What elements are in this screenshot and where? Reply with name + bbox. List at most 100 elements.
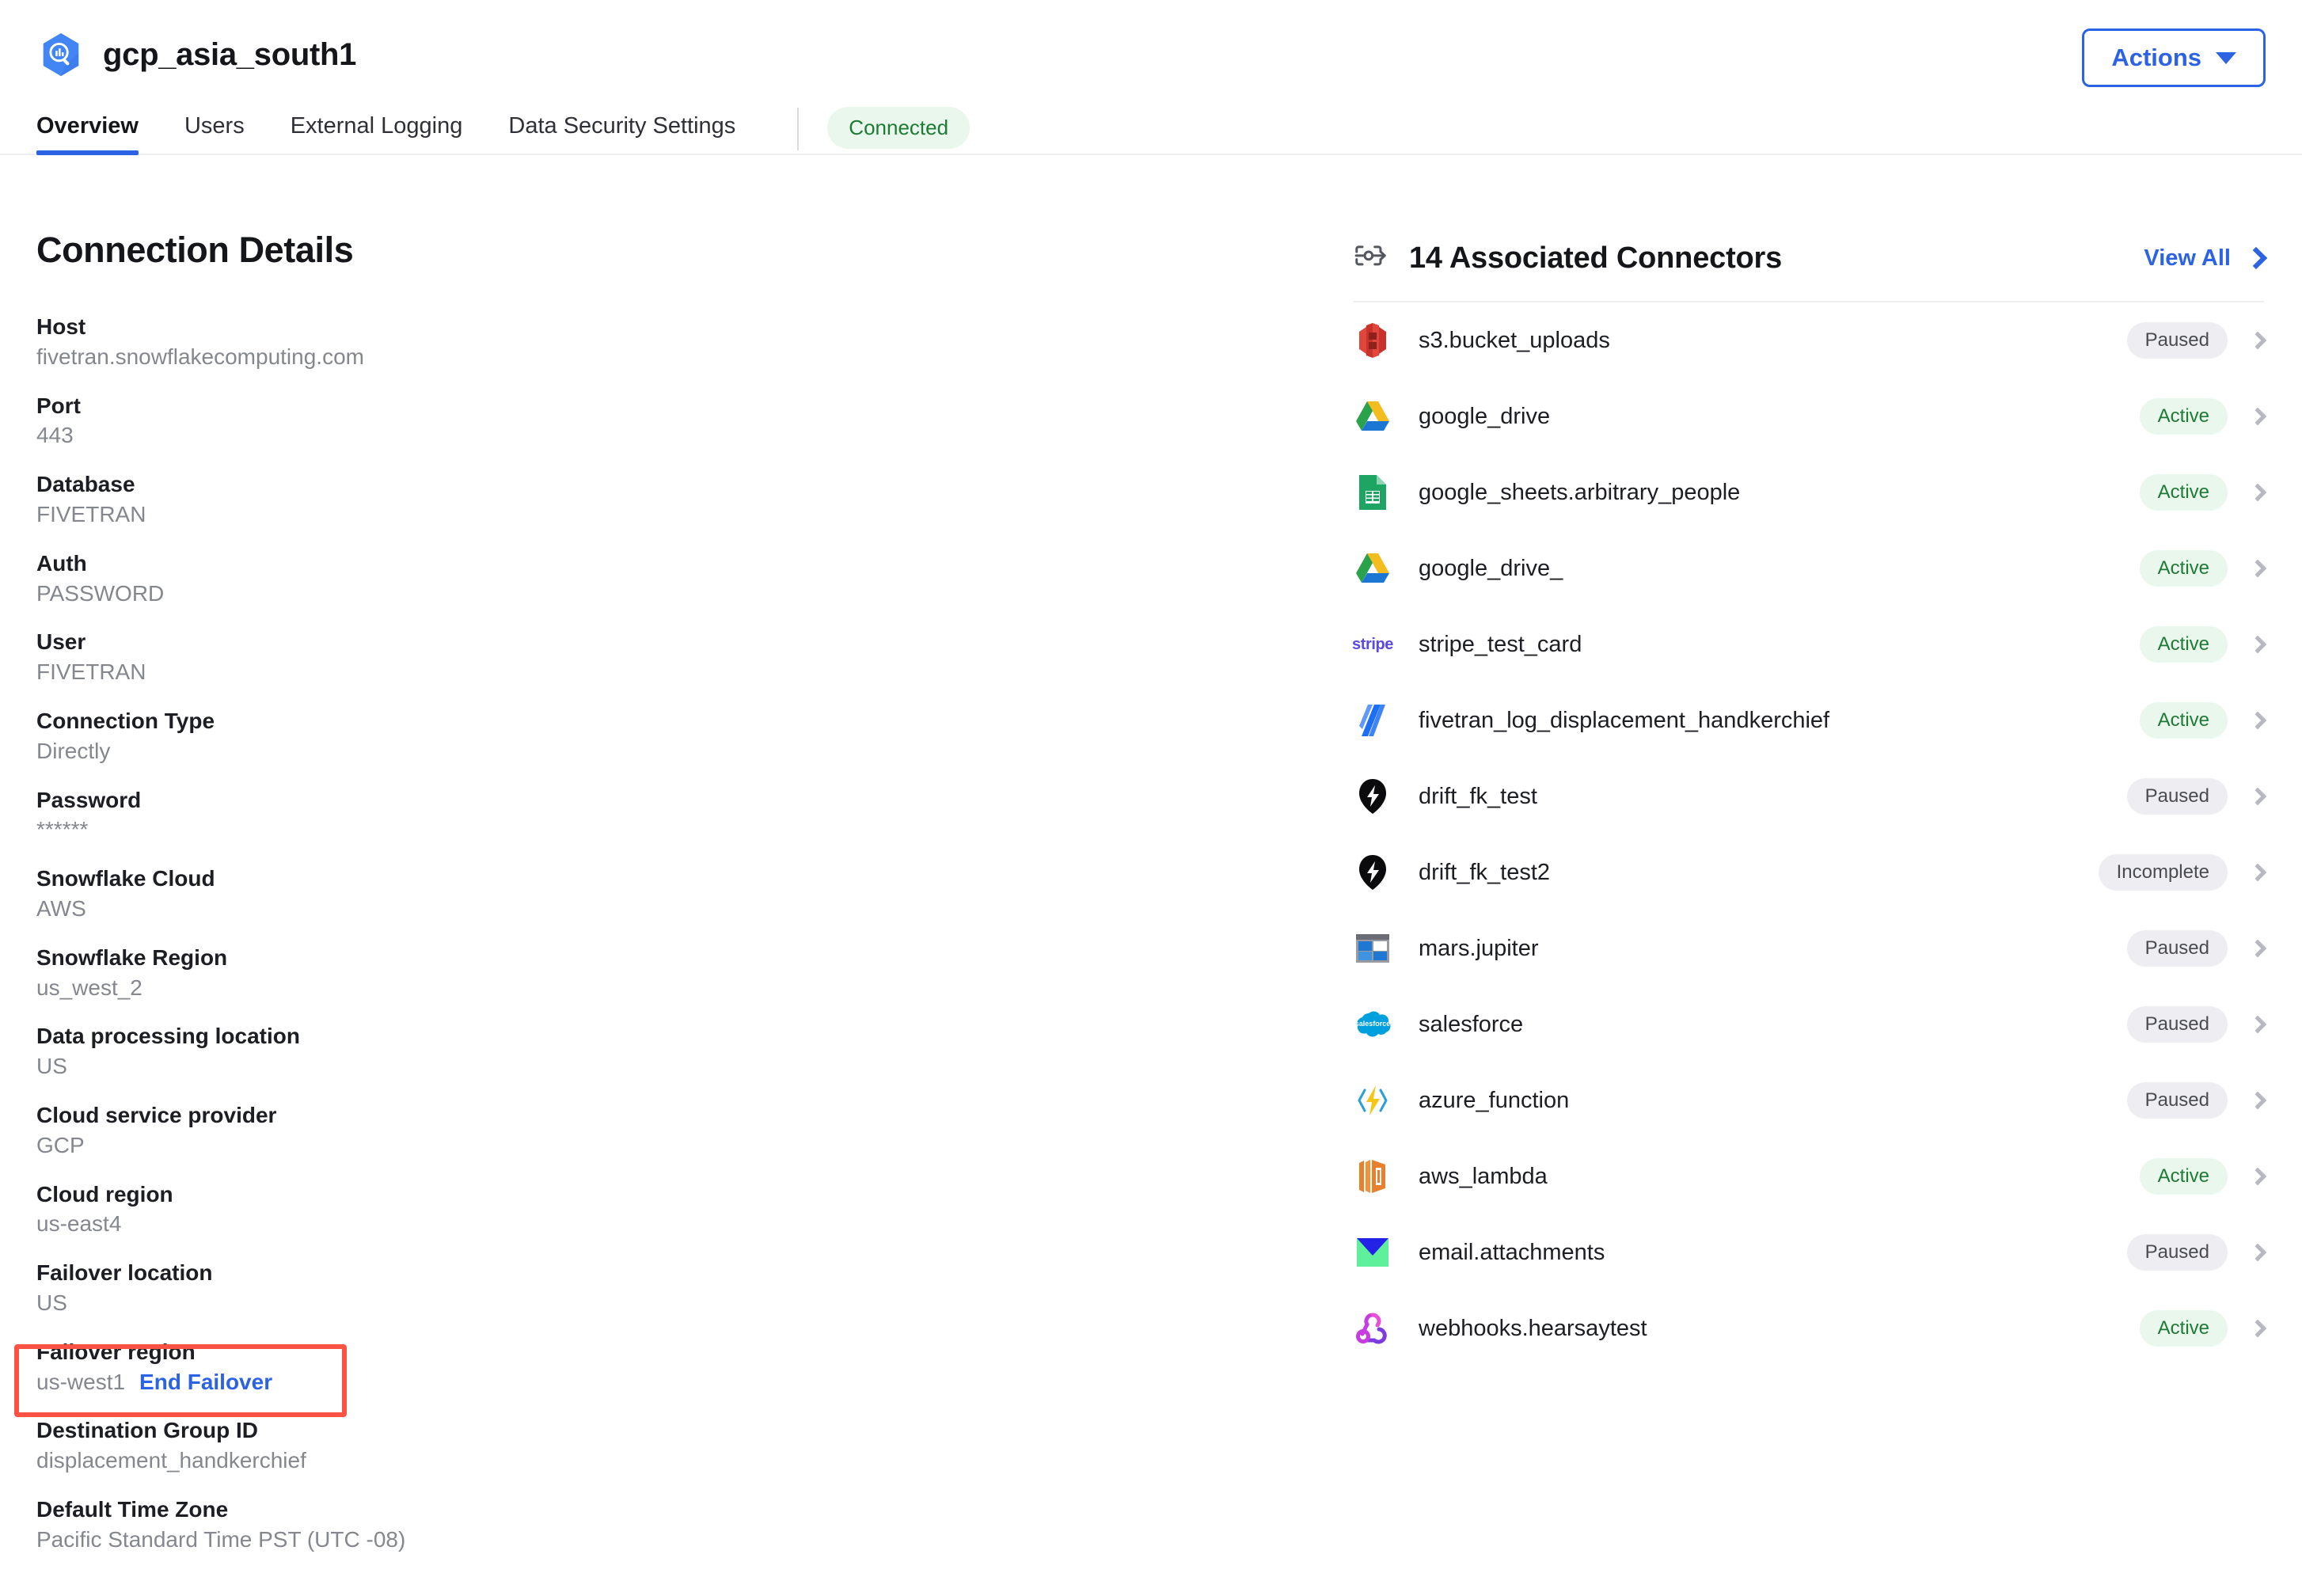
status-badge: Active <box>2139 1158 2228 1195</box>
detail-value: GCP <box>36 1132 85 1157</box>
chevron-right-icon[interactable] <box>2248 635 2267 654</box>
detail-field-database: Database FIVETRAN <box>36 469 907 530</box>
detail-field-password: Password ****** <box>36 785 907 846</box>
tab-external-logging[interactable]: External Logging <box>291 115 463 155</box>
detail-label: Cloud service provider <box>36 1102 277 1127</box>
status-badge: Active <box>2139 702 2228 739</box>
chevron-right-icon[interactable] <box>2248 1319 2267 1338</box>
salesforce-cloud-icon: salesforce <box>1354 1005 1392 1043</box>
connector-row[interactable]: azure_function Paused <box>1354 1062 2267 1138</box>
chevron-right-icon[interactable] <box>2248 1243 2267 1262</box>
connector-row[interactable]: s3.bucket_uploads Paused <box>1354 302 2267 378</box>
detail-value: US <box>36 1054 67 1079</box>
chevron-right-icon[interactable] <box>2248 407 2267 426</box>
chevron-right-icon[interactable] <box>2248 863 2267 882</box>
connector-row[interactable]: drift_fk_test Paused <box>1354 758 2267 834</box>
connector-row[interactable]: google_drive_ Active <box>1354 530 2267 606</box>
detail-field-data-processing-location: Data processing location US <box>36 1021 907 1081</box>
status-badge: Active <box>2139 626 2228 663</box>
detail-label: Snowflake Cloud <box>36 866 215 891</box>
connector-row[interactable]: google_drive Active <box>1354 378 2267 454</box>
chevron-down-icon <box>2216 51 2236 64</box>
detail-label: Auth <box>36 550 87 576</box>
status-badge: Paused <box>2126 1006 2228 1043</box>
detail-label: Database <box>36 472 135 497</box>
chevron-right-icon[interactable] <box>2248 1167 2267 1186</box>
stripe-icon: stripe <box>1351 635 1394 653</box>
connector-name: drift_fk_test2 <box>1419 859 1551 885</box>
detail-value: us-west1 <box>36 1369 126 1394</box>
connector-row[interactable]: webhooks.hearsaytest Active <box>1354 1290 2267 1366</box>
view-all-label: View All <box>2144 245 2231 271</box>
detail-field-snowflake-cloud: Snowflake Cloud AWS <box>36 864 907 924</box>
detail-value: AWS <box>36 895 86 921</box>
detail-field-snowflake-region: Snowflake Region us_west_2 <box>36 943 907 1003</box>
chevron-right-icon[interactable] <box>2248 787 2267 806</box>
view-all-link[interactable]: View All <box>2144 245 2268 272</box>
connector-row[interactable]: salesforce salesforce Paused <box>1354 986 2267 1062</box>
chevron-right-icon[interactable] <box>2248 1091 2267 1110</box>
status-badge: Paused <box>2126 930 2228 967</box>
detail-field-auth: Auth PASSWORD <box>36 549 907 609</box>
google-sheets-icon <box>1354 473 1392 511</box>
chevron-right-icon[interactable] <box>2248 559 2267 578</box>
detail-field-port: Port 443 <box>36 391 907 451</box>
connectors-header: 14 Associated Connectors View All <box>1354 230 2268 302</box>
tab-overview[interactable]: Overview <box>36 115 139 155</box>
tab-data-security-settings[interactable]: Data Security Settings <box>508 115 735 155</box>
connector-name: mars.jupiter <box>1419 935 1539 961</box>
google-drive-icon <box>1354 549 1392 587</box>
page-header: gcp_asia_south1 Overview Users External … <box>0 0 2302 155</box>
google-drive-icon <box>1354 397 1392 435</box>
chevron-right-icon[interactable] <box>2248 939 2267 958</box>
detail-label: Failover location <box>36 1260 213 1286</box>
connectors-title: 14 Associated Connectors <box>1409 241 1783 275</box>
detail-value: fivetran.snowflakecomputing.com <box>36 344 364 369</box>
detail-label: Host <box>36 314 86 339</box>
status-badge: Active <box>2139 550 2228 587</box>
detail-value: us-east4 <box>36 1211 122 1237</box>
connector-row[interactable]: aws_lambda Active <box>1354 1138 2267 1214</box>
connector-name: stripe_test_card <box>1419 631 1582 657</box>
chevron-right-icon[interactable] <box>2248 331 2267 350</box>
connector-row[interactable]: google_sheets.arbitrary_people Active <box>1354 454 2267 530</box>
status-badge: Paused <box>2126 778 2228 815</box>
webhooks-icon <box>1354 1309 1392 1347</box>
detail-value: Directly <box>36 738 111 763</box>
chevron-right-icon[interactable] <box>2248 1015 2267 1034</box>
window-panes-icon <box>1354 929 1392 967</box>
detail-field-default-time-zone: Default Time Zone Pacific Standard Time … <box>36 1495 907 1555</box>
connection-details-panel: Connection Details Host fivetran.snowfla… <box>36 230 907 1574</box>
end-failover-link[interactable]: End Failover <box>139 1370 272 1395</box>
connector-name: s3.bucket_uploads <box>1419 327 1610 353</box>
connector-name: google_sheets.arbitrary_people <box>1419 479 1741 505</box>
connector-row[interactable]: email.attachments Paused <box>1354 1214 2267 1290</box>
status-badge: Paused <box>2126 1234 2228 1271</box>
status-badge: Paused <box>2126 322 2228 359</box>
svg-text:salesforce: salesforce <box>1355 1020 1391 1028</box>
connector-name: email.attachments <box>1419 1239 1605 1265</box>
chevron-right-icon[interactable] <box>2248 711 2267 730</box>
chevron-right-icon[interactable] <box>2248 483 2267 502</box>
detail-label: User <box>36 629 86 655</box>
tab-divider <box>797 108 800 150</box>
connector-row[interactable]: mars.jupiter Paused <box>1354 910 2267 986</box>
tab-users[interactable]: Users <box>184 115 245 155</box>
aws-lambda-icon <box>1354 1157 1392 1195</box>
detail-field-cloud-service-provider: Cloud service provider GCP <box>36 1100 907 1161</box>
connector-row[interactable]: fivetran_log_displacement_handkerchief A… <box>1354 682 2267 758</box>
detail-field-cloud-region: Cloud region us-east4 <box>36 1180 907 1240</box>
connector-row[interactable]: drift_fk_test2 Incomplete <box>1354 834 2267 910</box>
chevron-right-icon <box>2244 246 2268 270</box>
detail-value: FIVETRAN <box>36 659 146 685</box>
connector-row[interactable]: stripe stripe_test_card Active <box>1351 606 2267 682</box>
amazon-s3-icon <box>1354 321 1392 359</box>
drift-icon <box>1354 777 1392 815</box>
detail-value: FIVETRAN <box>36 501 146 526</box>
connector-name: webhooks.hearsaytest <box>1419 1315 1647 1341</box>
detail-field-connection-type: Connection Type Directly <box>36 706 907 766</box>
connector-name: salesforce <box>1419 1011 1524 1037</box>
detail-label: Destination Group ID <box>36 1418 258 1443</box>
actions-button[interactable]: Actions <box>2082 28 2266 87</box>
detail-label: Snowflake Region <box>36 944 228 970</box>
